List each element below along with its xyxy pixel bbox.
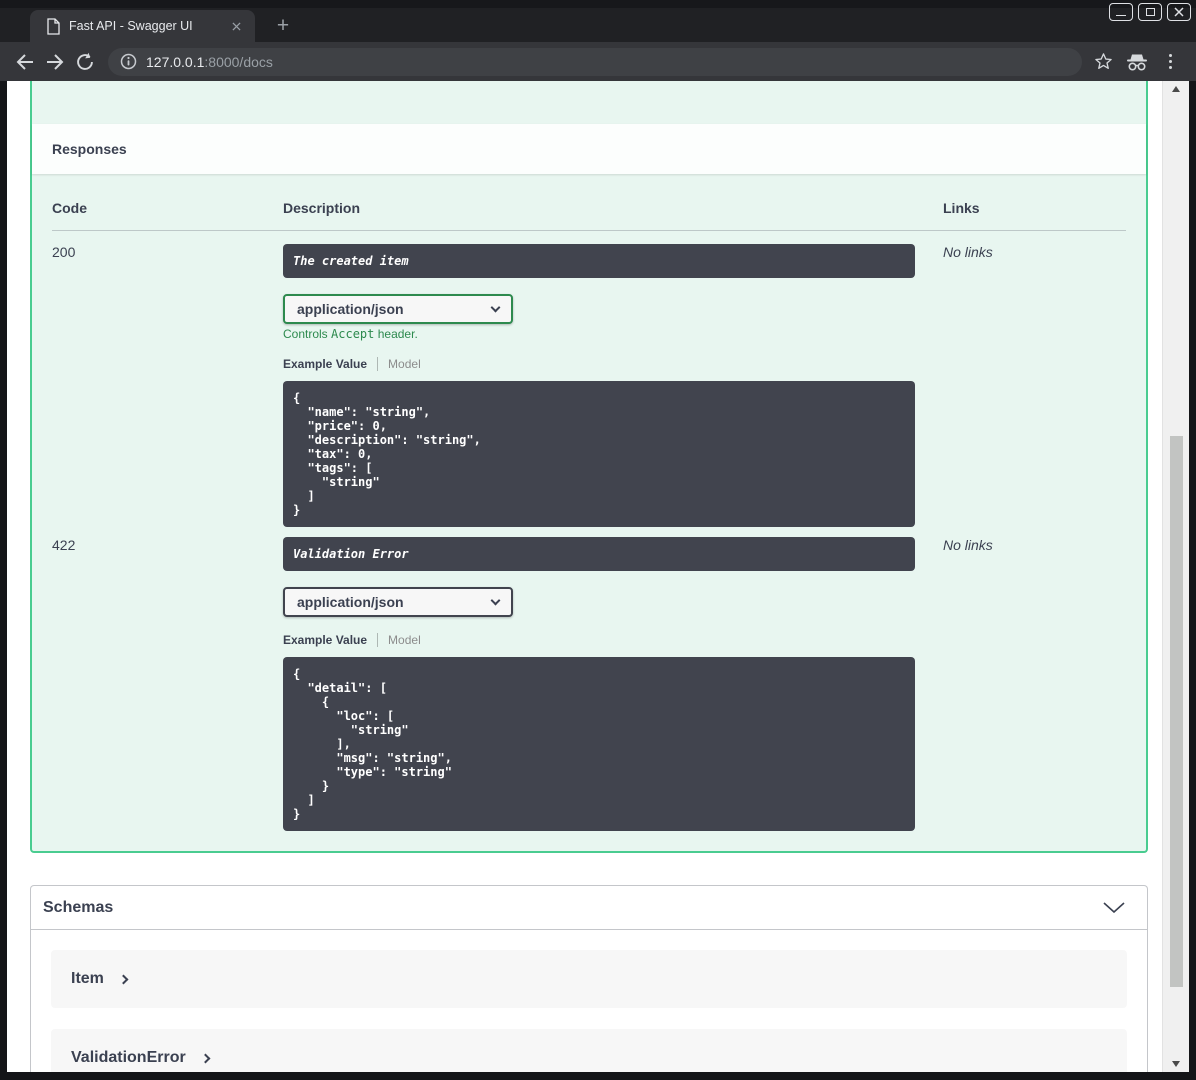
swagger-page: Responses Code Description Links 200 The… [7, 81, 1162, 1072]
scroll-up-arrow-icon[interactable] [1172, 86, 1180, 92]
info-icon[interactable] [120, 53, 137, 70]
column-header-code: Code [52, 194, 283, 231]
bookmark-star-icon[interactable] [1094, 52, 1113, 71]
maximize-button[interactable] [1138, 3, 1162, 21]
chevron-down-icon [490, 302, 501, 312]
forward-button[interactable] [40, 47, 70, 77]
accept-note-pre: Controls [283, 327, 328, 341]
responses-table-header: Code Description Links [52, 194, 1126, 231]
back-button[interactable] [10, 47, 40, 77]
media-type-value: application/json [297, 301, 404, 317]
window-titlebar [0, 0, 1196, 8]
toolbar-right-icons [1094, 50, 1180, 73]
tab-title: Fast API - Swagger UI [69, 19, 193, 33]
url-text: 127.0.0.1:8000/docs [146, 54, 273, 70]
incognito-icon [1127, 54, 1147, 71]
responses-table: Code Description Links 200 The created i… [32, 174, 1146, 851]
response-code: 422 [52, 537, 76, 553]
response-description-cell: Validation Error application/json Exampl… [283, 537, 943, 831]
response-links: No links [943, 537, 993, 553]
accept-note-post: header. [377, 327, 418, 341]
url-bar[interactable]: 127.0.0.1:8000/docs [108, 47, 1082, 76]
minimize-button[interactable] [1109, 3, 1133, 21]
close-icon [1174, 7, 1184, 17]
media-type-select[interactable]: application/json [283, 294, 513, 324]
reload-button[interactable] [70, 47, 100, 77]
back-icon [16, 53, 33, 70]
column-header-links: Links [943, 194, 1126, 231]
chevron-down-icon [1103, 902, 1125, 913]
response-description-cell: The created item application/json Contro… [283, 244, 943, 527]
response-row-422: 422 Validation Error application/json Ex… [52, 527, 1126, 831]
model-item[interactable]: Item [51, 950, 1127, 1008]
example-model-tabs: Example Value Model [283, 357, 943, 371]
example-model-tabs: Example Value Model [283, 633, 943, 647]
tab-bar: Fast API - Swagger UI + [0, 8, 1196, 42]
tab-example-value[interactable]: Example Value [283, 357, 367, 371]
chevron-down-icon [490, 595, 501, 605]
browser-toolbar: 127.0.0.1:8000/docs [0, 42, 1196, 81]
media-type-value: application/json [297, 594, 404, 610]
responses-title: Responses [52, 141, 127, 157]
accept-note-code: Accept [331, 327, 375, 341]
maximize-icon [1145, 8, 1155, 16]
response-description: Validation Error [283, 537, 915, 571]
tab-close-button[interactable] [227, 17, 245, 35]
tab-divider [377, 633, 379, 647]
accept-header-note: Controls Accept header. [283, 327, 943, 341]
close-icon [231, 21, 241, 31]
schemas-section: Schemas Item ValidationError [30, 885, 1148, 1072]
close-window-button[interactable] [1167, 3, 1191, 21]
response-code: 200 [52, 244, 76, 260]
url-host: 127.0.0.1 [146, 53, 205, 70]
browser-tab[interactable]: Fast API - Swagger UI [30, 10, 255, 42]
browser-menu-button[interactable] [1161, 50, 1180, 73]
opblock-responses: Responses Code Description Links 200 The… [30, 81, 1148, 853]
schemas-header[interactable]: Schemas [31, 886, 1147, 930]
chevron-right-icon [200, 1053, 211, 1063]
schemas-title: Schemas [43, 898, 114, 916]
responses-section-header: Responses [32, 124, 1146, 174]
url-path: :8000/docs [204, 53, 273, 70]
tab-divider [377, 357, 379, 371]
minimize-icon [1116, 15, 1126, 16]
response-description: The created item [283, 244, 915, 278]
scrollbar-thumb[interactable] [1170, 436, 1183, 987]
example-json-block: { "name": "string", "price": 0, "descrip… [283, 381, 915, 527]
media-type-select[interactable]: application/json [283, 587, 513, 617]
browser-viewport: Responses Code Description Links 200 The… [7, 81, 1189, 1072]
chevron-right-icon [118, 974, 129, 984]
window-controls [1109, 3, 1191, 21]
reload-icon [77, 52, 93, 70]
new-tab-button[interactable]: + [269, 12, 297, 40]
model-name: Item [71, 970, 104, 987]
scroll-down-arrow-icon[interactable] [1172, 1061, 1180, 1067]
page-scrollbar[interactable] [1162, 81, 1189, 1072]
tab-model[interactable]: Model [388, 357, 421, 371]
example-json-block: { "detail": [ { "loc": [ "string" ], "ms… [283, 657, 915, 831]
schemas-body: Item ValidationError [31, 930, 1147, 1072]
tab-example-value[interactable]: Example Value [283, 633, 367, 647]
model-name: ValidationError [71, 1049, 186, 1066]
tab-model[interactable]: Model [388, 633, 421, 647]
response-links: No links [943, 244, 993, 260]
model-validationerror[interactable]: ValidationError [51, 1029, 1127, 1072]
response-row-200: 200 The created item application/json Co… [52, 231, 1126, 527]
forward-icon [47, 53, 64, 70]
column-header-description: Description [283, 194, 943, 231]
page-icon [47, 17, 60, 35]
